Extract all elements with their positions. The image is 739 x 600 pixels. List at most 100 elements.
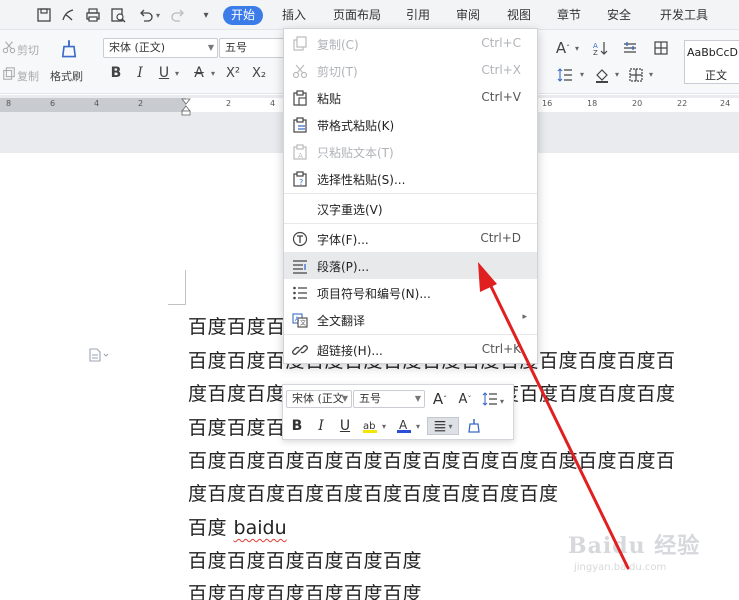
- menu-item-label: 汉字重选(V): [317, 203, 383, 217]
- font-dropdown-icon[interactable]: ▾: [572, 42, 582, 54]
- paste-text-icon: A: [291, 143, 308, 160]
- line-spacing-icon[interactable]: [555, 66, 575, 84]
- shading-icon[interactable]: [592, 66, 612, 84]
- document-line[interactable]: 百度百度百度百度百度百度百度百度百度百度百度百度百: [188, 446, 676, 473]
- font-increase-icon[interactable]: Aˆ: [552, 38, 574, 58]
- ruler-margin: [0, 98, 186, 112]
- svg-text:A: A: [399, 418, 408, 432]
- font-name-select[interactable]: 宋体 (正文) ▼: [103, 38, 218, 58]
- format-painter-icon[interactable]: [58, 38, 80, 60]
- menu-item-hyperlink[interactable]: 超链接(H)... Ctrl+K: [284, 336, 537, 363]
- ruler-tick: 20: [632, 99, 643, 108]
- menu-item-translate[interactable]: A文 全文翻译 ▸: [284, 306, 537, 333]
- cut-icon[interactable]: [2, 40, 16, 54]
- svg-text:A: A: [298, 152, 303, 160]
- sort-icon[interactable]: AZ: [590, 38, 610, 58]
- format-painter-button[interactable]: 格式刷: [50, 68, 83, 84]
- font-size-select[interactable]: 五号: [219, 38, 285, 58]
- style-gallery-normal[interactable]: AaBbCcD 正文: [684, 40, 739, 84]
- bold-icon[interactable]: B: [108, 65, 124, 81]
- tab-developer[interactable]: 开发工具: [660, 6, 708, 25]
- menu-item-paste-special[interactable]: ? 选择性粘贴(S)...: [284, 165, 537, 192]
- document-line[interactable]: 百度 baidu: [188, 513, 287, 540]
- tab-view[interactable]: 视图: [507, 6, 531, 25]
- ruler-tick: 24: [720, 99, 731, 108]
- tab-references[interactable]: 引用: [406, 6, 430, 25]
- print-preview-icon[interactable]: [108, 5, 128, 25]
- mini-highlight-dropdown-icon[interactable]: ▾: [379, 417, 389, 435]
- shading-dropdown-icon[interactable]: ▾: [612, 68, 622, 80]
- menu-item-paste-with-format[interactable]: 带格式粘贴(K): [284, 111, 537, 138]
- output-pdf-icon[interactable]: [58, 5, 78, 25]
- menu-item-shortcut: Ctrl+C: [481, 36, 521, 50]
- underline-dropdown-icon[interactable]: ▾: [172, 67, 182, 79]
- mini-underline-icon[interactable]: U: [336, 417, 354, 435]
- tab-security[interactable]: 安全: [607, 6, 631, 25]
- line-spacing-dropdown-icon[interactable]: ▾: [577, 68, 587, 80]
- menu-separator: [284, 223, 537, 224]
- mini-format-painter-icon[interactable]: [465, 417, 483, 435]
- menu-item-cut[interactable]: 剪切(T) Ctrl+X: [284, 57, 537, 84]
- strikethrough-dropdown-icon[interactable]: ▾: [208, 67, 218, 79]
- document-line[interactable]: 百度百度百度百度百度百度: [188, 546, 422, 573]
- mini-italic-icon[interactable]: I: [312, 417, 330, 435]
- table-border-icon[interactable]: [651, 38, 671, 58]
- tab-page-layout[interactable]: 页面布局: [333, 6, 381, 25]
- strikethrough-icon[interactable]: A: [190, 65, 208, 81]
- menu-item-font[interactable]: 字体(F)... Ctrl+D: [284, 225, 537, 252]
- misspelled-word[interactable]: baidu: [234, 517, 287, 539]
- cut-button[interactable]: 剪切: [17, 42, 39, 58]
- paragraph-layout-icon[interactable]: [88, 348, 110, 362]
- menu-item-bullets-numbering[interactable]: 项目符号和编号(N)...: [284, 279, 537, 306]
- mini-align-button[interactable]: ▾: [427, 417, 459, 435]
- menu-item-reselect-hanzi[interactable]: 汉字重选(V): [284, 195, 537, 222]
- document-line[interactable]: 百度百度百度百度百度百度: [188, 579, 422, 600]
- tab-review[interactable]: 审阅: [456, 6, 480, 25]
- mini-line-spacing-dropdown-icon[interactable]: ▾: [497, 392, 507, 410]
- superscript-icon[interactable]: X²: [222, 65, 244, 81]
- paragraph-icon: [291, 257, 308, 274]
- align-distribute-icon[interactable]: [620, 38, 640, 58]
- mini-font-color-dropdown-icon[interactable]: ▾: [413, 417, 423, 435]
- borders-dropdown-icon[interactable]: ▾: [646, 68, 656, 80]
- chevron-down-icon: ▾: [448, 421, 453, 431]
- document-line[interactable]: 百度百度百: [188, 312, 286, 339]
- indent-marker-icon[interactable]: [181, 98, 191, 116]
- tab-insert[interactable]: 插入: [282, 6, 306, 25]
- ruler-tick: 4: [270, 99, 276, 108]
- menu-item-paste-text-only[interactable]: A 只粘贴文本(T): [284, 138, 537, 165]
- ruler-tick: 18: [587, 99, 598, 108]
- underline-icon[interactable]: U: [156, 65, 172, 81]
- mini-font-name-select[interactable]: 宋体 (正文 ▼: [286, 390, 352, 408]
- ruler-tick: 22: [677, 99, 688, 108]
- mini-font-color-icon[interactable]: A: [395, 417, 413, 435]
- redo-icon[interactable]: [168, 5, 188, 25]
- menu-item-label: 段落(P)...: [317, 260, 370, 274]
- menu-item-copy[interactable]: 复制(C) Ctrl+C: [284, 30, 537, 57]
- mini-font-grow-icon[interactable]: Aˆ: [431, 390, 449, 408]
- mini-font-size-select[interactable]: 五号 ▼: [353, 390, 425, 408]
- save-icon[interactable]: [34, 5, 54, 25]
- tab-chapter[interactable]: 章节: [557, 6, 581, 25]
- mini-font-shrink-icon[interactable]: Aˇ: [456, 390, 474, 408]
- copy-button[interactable]: 复制: [17, 68, 39, 84]
- borders-icon[interactable]: [626, 66, 646, 84]
- menu-item-label: 粘贴: [317, 92, 342, 106]
- print-icon[interactable]: [83, 5, 103, 25]
- link-icon: [291, 341, 308, 358]
- document-line[interactable]: 度百度百度百度百度百度百度百度百度百度: [188, 479, 559, 506]
- mini-bold-icon[interactable]: B: [288, 417, 306, 435]
- tab-home[interactable]: 开始: [223, 6, 264, 25]
- chevron-down-icon: ▼: [341, 394, 348, 403]
- subscript-icon[interactable]: X₂: [248, 65, 270, 81]
- translate-icon: A文: [291, 311, 308, 328]
- menu-item-shortcut: Ctrl+V: [481, 90, 521, 104]
- menu-item-paragraph[interactable]: 段落(P)...: [284, 252, 537, 279]
- menu-item-paste[interactable]: 粘贴 Ctrl+V: [284, 84, 537, 111]
- mini-highlight-icon[interactable]: ab: [361, 417, 379, 435]
- undo-dropdown-icon[interactable]: ▾: [153, 5, 163, 25]
- ruler-tick: 16: [542, 99, 553, 108]
- more-dropdown-icon[interactable]: ▾: [196, 5, 216, 25]
- italic-icon[interactable]: I: [132, 65, 148, 81]
- copy-icon[interactable]: [2, 67, 16, 81]
